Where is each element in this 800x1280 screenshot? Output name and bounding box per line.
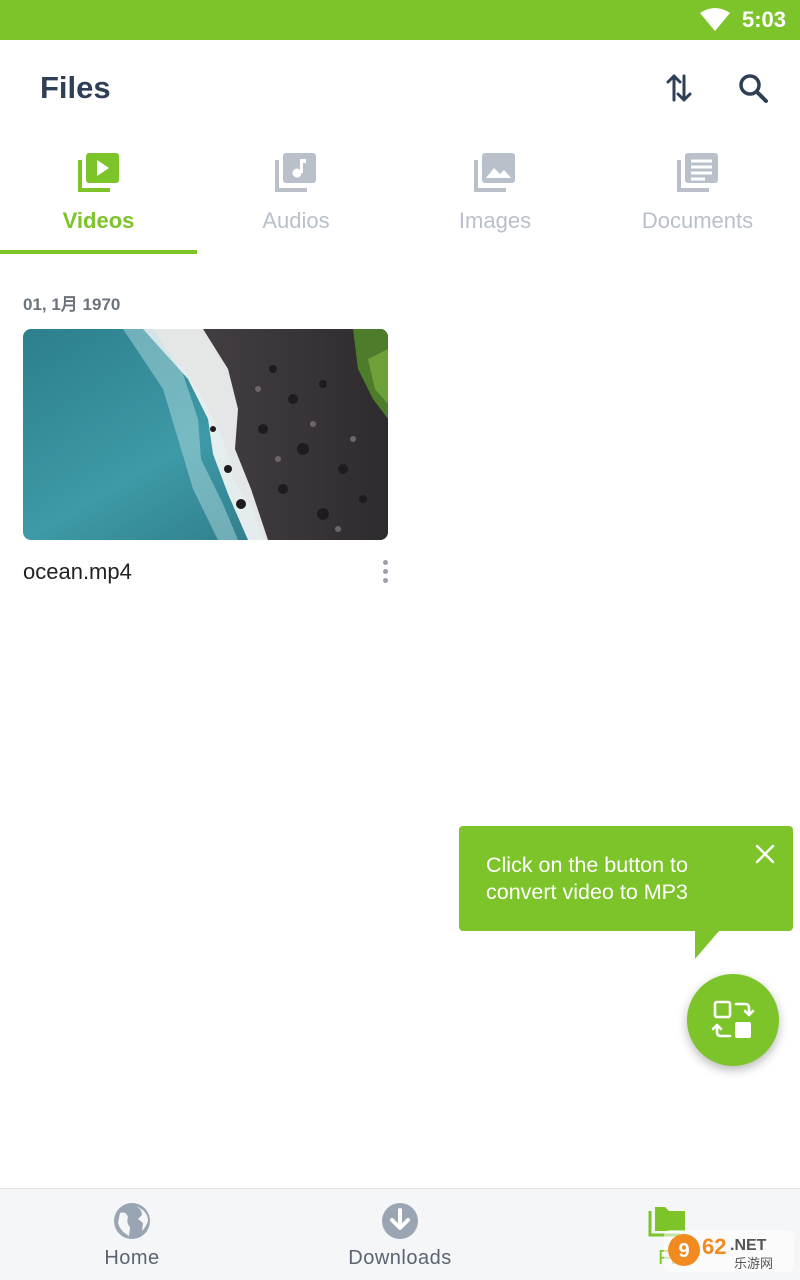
more-options-button[interactable] <box>373 556 397 586</box>
svg-text:62: 62 <box>702 1234 726 1259</box>
sort-icon <box>666 74 692 102</box>
svg-text:9: 9 <box>678 1240 689 1262</box>
tab-label: Audios <box>262 208 330 233</box>
ocean-coast-thumbnail-image <box>23 329 388 540</box>
tab-videos[interactable]: Videos <box>0 140 197 254</box>
globe-icon <box>114 1203 150 1239</box>
nav-label: Home <box>104 1247 160 1269</box>
nav-label: Downloads <box>348 1247 452 1269</box>
download-icon <box>382 1203 418 1239</box>
tab-label: Documents <box>641 208 754 233</box>
tooltip-text: Click on the button to convert video to … <box>486 853 688 904</box>
more-vert-icon <box>382 559 388 565</box>
wifi-icon <box>699 8 730 31</box>
sort-button[interactable] <box>657 66 701 110</box>
convert-hint-tooltip: Click on the button to convert video to … <box>459 826 793 931</box>
tab-label: Videos <box>62 208 135 233</box>
music-library-icon <box>275 153 316 192</box>
tab-audios[interactable]: Audios <box>197 140 395 254</box>
document-library-icon <box>676 153 718 192</box>
tab-images[interactable]: Images <box>395 140 595 254</box>
tab-documents[interactable]: Documents <box>595 140 800 254</box>
date-group-header: 01, 1月 1970 <box>23 295 121 314</box>
962-net-watermark-logo: 9 62 .NET 乐游网 <box>664 1230 794 1272</box>
svg-text:.NET: .NET <box>730 1237 767 1254</box>
nav-item-downloads[interactable]: Downloads <box>340 1189 460 1280</box>
close-icon[interactable] <box>753 842 777 866</box>
video-thumbnail[interactable] <box>23 329 388 540</box>
media-tabs: Videos Audios Images Documents <box>0 140 800 254</box>
search-icon <box>739 74 768 103</box>
video-card[interactable]: ocean.mp4 <box>23 329 388 584</box>
search-button[interactable] <box>731 66 775 110</box>
nav-item-home[interactable]: Home <box>92 1189 172 1280</box>
video-library-icon <box>77 153 119 192</box>
tab-label: Images <box>458 208 532 233</box>
convert-to-mp3-button[interactable] <box>687 974 779 1066</box>
app-bar: Files <box>0 40 800 136</box>
status-bar: 5:03 <box>0 0 800 40</box>
svg-text:乐游网: 乐游网 <box>734 1257 773 1272</box>
video-file-name: ocean.mp4 <box>23 559 132 584</box>
convert-icon <box>711 1000 755 1038</box>
image-library-icon <box>474 153 515 192</box>
page-title: Files <box>40 70 111 105</box>
status-time: 5:03 <box>741 7 786 32</box>
